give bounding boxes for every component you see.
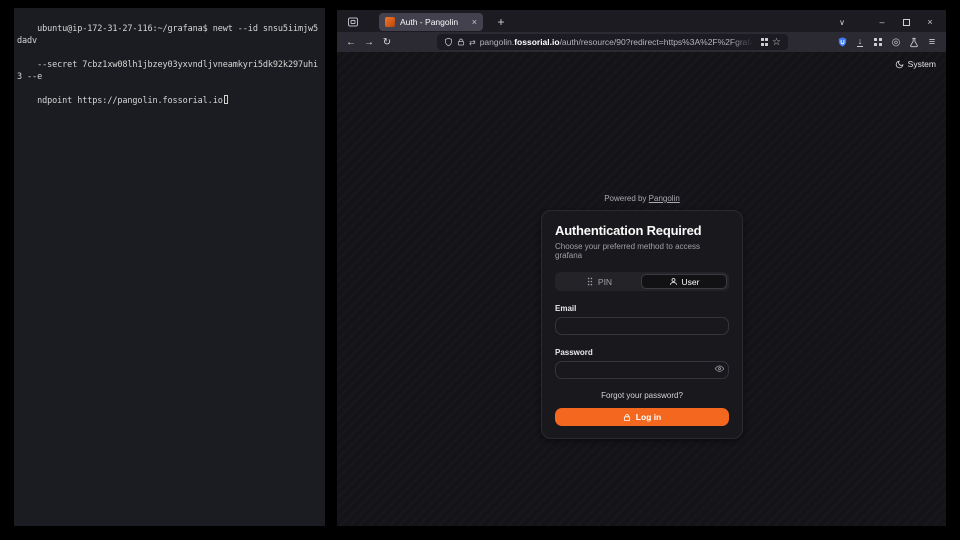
url-prefix: pangolin. [480, 37, 515, 47]
lock-icon[interactable] [457, 37, 465, 47]
card-subtitle: Choose your preferred method to access g… [555, 242, 729, 260]
maximize-icon [903, 19, 910, 26]
tab-pin-label: PIN [598, 277, 612, 287]
reload-button[interactable]: ↻ [379, 34, 395, 50]
auth-method-tabs: PIN User [555, 272, 729, 291]
pinpad-icon [586, 277, 594, 286]
extensions-grid-icon [874, 38, 882, 46]
forgot-password-link[interactable]: Forgot your password? [555, 391, 729, 400]
navigation-toolbar: ← → ↻ ⇄ pangolin.fossorial.io/auth/resou… [337, 32, 946, 52]
back-button[interactable]: ← [343, 34, 359, 50]
shield-icon[interactable] [444, 37, 453, 47]
download-icon: ↓ [857, 37, 864, 48]
password-label: Password [555, 348, 729, 357]
tab-pin[interactable]: PIN [557, 274, 641, 289]
firefox-view-icon[interactable] [345, 14, 361, 30]
auth-card: Authentication Required Choose your pref… [541, 210, 743, 439]
labs-flask-icon[interactable] [906, 34, 922, 50]
password-field-wrap [555, 357, 729, 379]
terminal-cursor [224, 95, 229, 104]
tab-title: Auth - Pangolin [400, 17, 467, 27]
url-domain: fossorial.io [514, 37, 559, 47]
lock-icon [623, 413, 631, 422]
tab-bar: Auth - Pangolin × + ∨ – × [337, 10, 946, 32]
pangolin-link[interactable]: Pangolin [649, 194, 680, 203]
permissions-swap-icon[interactable]: ⇄ [469, 38, 476, 47]
downloads-button[interactable]: ↓ [852, 34, 868, 50]
bookmark-star-icon[interactable]: ☆ [772, 37, 781, 48]
card-title: Authentication Required [555, 223, 729, 238]
tab-user[interactable]: User [641, 274, 727, 289]
tab-close-icon[interactable]: × [472, 17, 477, 27]
moon-icon [895, 60, 904, 69]
show-password-button[interactable] [711, 361, 727, 377]
theme-toggle[interactable]: System [895, 59, 936, 69]
list-all-tabs-button[interactable]: ∨ [830, 13, 854, 31]
close-button[interactable]: × [918, 13, 942, 31]
terminal-output: ubuntu@ip-172-31-27-116:~/grafana$ newt … [14, 8, 325, 119]
shortcuts-grid-icon[interactable] [761, 38, 769, 46]
minimize-button[interactable]: – [870, 13, 894, 31]
login-button[interactable]: Log in [555, 408, 729, 426]
blue-shield-extension-icon[interactable] [834, 34, 850, 50]
login-button-label: Log in [636, 412, 662, 422]
tab-user-label: User [682, 277, 700, 287]
browser-window: Auth - Pangolin × + ∨ – × ← → ↻ ⇄ pan [337, 10, 946, 526]
auth-column: Powered by Pangolin Authentication Requi… [541, 194, 743, 439]
password-input[interactable] [555, 361, 729, 379]
powered-by: Powered by Pangolin [541, 194, 743, 203]
terminal-line: ndpoint https://pangolin.fossorial.io [37, 96, 223, 106]
forward-button[interactable]: → [361, 34, 377, 50]
page-content: System Powered by Pangolin Authenticatio… [337, 52, 946, 526]
browser-tab[interactable]: Auth - Pangolin × [379, 13, 483, 31]
url-text: pangolin.fossorial.io/auth/resource/90?r… [480, 37, 753, 47]
account-button[interactable]: ◎ [888, 34, 904, 50]
extensions-button[interactable] [870, 34, 886, 50]
new-tab-button[interactable]: + [491, 13, 511, 31]
url-bar[interactable]: ⇄ pangolin.fossorial.io/auth/resource/90… [437, 34, 788, 50]
url-path: /auth/resource/90?redirect=https%3A%2F%2… [560, 37, 753, 47]
terminal-line: ubuntu@ip-172-31-27-116:~/grafana$ newt … [17, 24, 318, 46]
email-input[interactable] [555, 317, 729, 335]
powered-by-text: Powered by [604, 194, 646, 203]
pangolin-favicon-icon [385, 17, 395, 27]
user-icon [669, 277, 678, 286]
app-menu-button[interactable]: ≡ [924, 34, 940, 50]
terminal-window[interactable]: ubuntu@ip-172-31-27-116:~/grafana$ newt … [14, 8, 325, 526]
email-label: Email [555, 304, 729, 313]
maximize-button[interactable] [894, 13, 918, 31]
theme-toggle-label: System [908, 59, 936, 69]
terminal-line: --secret 7cbz1xw08lh1jbzey03yxvndljvneam… [17, 60, 318, 82]
